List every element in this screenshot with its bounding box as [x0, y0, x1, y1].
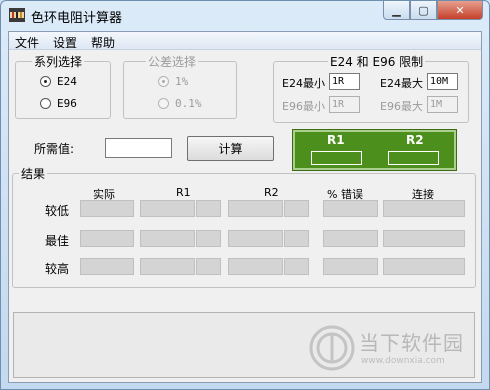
result-cell-best-r2-main: [228, 230, 283, 247]
required-value-label: 所需值:: [34, 142, 75, 156]
watermark-url: www.downxia.com: [361, 356, 445, 366]
radio-e96[interactable]: E96: [40, 97, 77, 110]
e24-max-input[interactable]: [427, 73, 458, 90]
row-label-lower: 较低: [45, 204, 70, 218]
row-label-best: 最佳: [45, 234, 70, 248]
calculate-button[interactable]: 计算: [187, 136, 274, 161]
radio-tol-1[interactable]: 1%: [158, 75, 188, 88]
result-cell-best-connect: [383, 230, 465, 247]
title-bar[interactable]: 色环电阻计算器 ▁ ▢ ✕: [1, 1, 489, 29]
result-cell-higher-connect: [383, 258, 465, 275]
radio-tol-1-label: 1%: [175, 75, 189, 88]
menu-settings[interactable]: 设置: [53, 34, 77, 51]
radio-e24[interactable]: E24: [40, 75, 77, 88]
result-cell-best-r1-main: [140, 230, 195, 247]
menu-file[interactable]: 文件: [15, 34, 39, 51]
result-cell-higher-actual: [80, 258, 134, 275]
maximize-icon: ▢: [418, 3, 429, 17]
result-cell-higher-error: [323, 258, 378, 275]
r1-label: R1: [327, 133, 345, 147]
resistor-app-icon: [9, 8, 25, 22]
radio-e24-indicator: [40, 76, 51, 87]
radio-tol-01[interactable]: 0.1%: [158, 97, 202, 110]
r1-box: [311, 151, 362, 165]
app-window: 色环电阻计算器 ▁ ▢ ✕ 文件 设置 帮助 系列选择 E24 E96 公差选择…: [0, 0, 490, 390]
radio-e96-indicator: [40, 98, 51, 109]
e96-min-input[interactable]: [329, 96, 360, 113]
result-cell-best-r2-sub: [284, 230, 309, 247]
e96-max-input[interactable]: [427, 96, 458, 113]
radio-e24-label: E24: [57, 75, 77, 88]
e96-min-label: E96最小: [282, 100, 325, 113]
r2-box: [388, 151, 439, 165]
minimize-icon: ▁: [392, 3, 401, 17]
result-cell-lower-actual: [80, 200, 134, 217]
minimize-button[interactable]: ▁: [383, 1, 410, 20]
client-area: 文件 设置 帮助 系列选择 E24 E96 公差选择 1% 0.1% E24 和…: [8, 31, 482, 383]
r2-label: R2: [406, 133, 424, 147]
result-cell-higher-r2-main: [228, 258, 283, 275]
e96-max-label: E96最大: [380, 100, 423, 113]
result-cell-higher-r2-sub: [284, 258, 309, 275]
tolerance-group-title: 公差选择: [146, 53, 199, 70]
row-label-higher: 较高: [45, 262, 70, 276]
radio-tol-01-label: 0.1%: [175, 97, 202, 110]
result-cell-lower-r2-main: [228, 200, 283, 217]
required-value-input[interactable]: [105, 138, 172, 158]
close-button[interactable]: ✕: [437, 1, 483, 20]
col-head-r2: R2: [264, 186, 279, 199]
col-head-r1: R1: [176, 186, 191, 199]
result-cell-best-actual: [80, 230, 134, 247]
result-cell-lower-r2-sub: [284, 200, 309, 217]
result-cell-higher-r1-main: [140, 258, 195, 275]
results-group-title: 结果: [19, 165, 48, 182]
e24-min-input[interactable]: [329, 73, 360, 90]
menu-help[interactable]: 帮助: [91, 34, 115, 51]
result-cell-lower-r1-main: [140, 200, 195, 217]
radio-tol-01-indicator: [158, 98, 169, 109]
watermark-name: 当下软件园: [359, 331, 464, 355]
watermark-logo: [309, 325, 355, 371]
series-group: 系列选择 E24 E96: [15, 53, 111, 119]
result-cell-lower-error: [323, 200, 378, 217]
menu-bar: 文件 设置 帮助: [9, 32, 481, 50]
resistor-panel: R1 R2: [292, 129, 457, 171]
result-cell-best-r1-sub: [196, 230, 221, 247]
limits-group: E24 和 E96 限制 E24最小 E24最大 E96最小 E96最大: [273, 53, 469, 123]
result-cell-higher-r1-sub: [196, 258, 221, 275]
radio-tol-1-indicator: [158, 76, 169, 87]
close-icon: ✕: [455, 3, 465, 17]
tolerance-group: 公差选择 1% 0.1%: [123, 53, 237, 119]
e24-max-label: E24最大: [380, 77, 423, 90]
maximize-button[interactable]: ▢: [410, 1, 437, 20]
result-cell-lower-connect: [383, 200, 465, 217]
window-title: 色环电阻计算器: [31, 11, 123, 26]
result-cell-lower-r1-sub: [196, 200, 221, 217]
e24-min-label: E24最小: [282, 77, 325, 90]
limits-group-title: E24 和 E96 限制: [328, 53, 426, 70]
radio-e96-label: E96: [57, 97, 77, 110]
result-cell-best-error: [323, 230, 378, 247]
series-group-title: 系列选择: [32, 53, 85, 70]
